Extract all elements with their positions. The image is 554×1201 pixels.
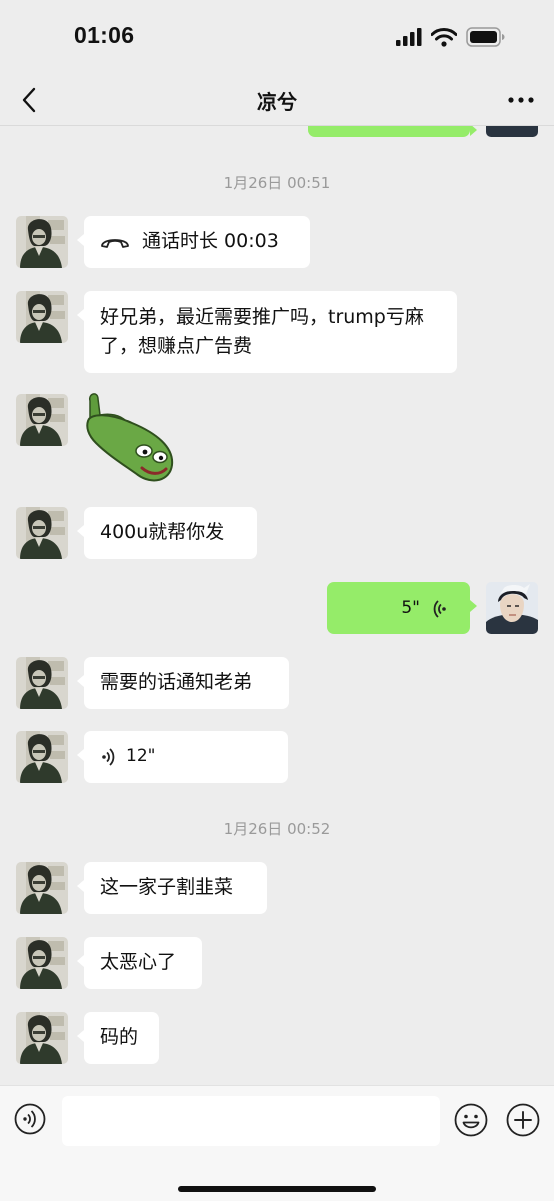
previous-message-bubble[interactable]: [308, 126, 477, 137]
phone-call-icon: [101, 238, 129, 248]
home-indicator: [178, 1186, 376, 1192]
voice-input-icon[interactable]: [14, 1103, 46, 1135]
chat-title: 凉兮: [257, 90, 297, 114]
message-bubble[interactable]: 太恶心了: [77, 937, 202, 989]
wifi-icon: [431, 27, 457, 47]
contact-avatar[interactable]: [16, 507, 68, 559]
contact-avatar[interactable]: [16, 216, 68, 268]
chat-message-list[interactable]: 1月26日 00:51 通话时长 00:03 好兄弟，最近需要推广吗，trump…: [0, 126, 554, 1084]
message-text: 好兄弟，最近需要推广吗，trump亏麻了，想赚点广告费: [100, 306, 424, 357]
message-bubble[interactable]: 码的: [77, 1012, 159, 1064]
message-timestamp: 1月26日 00:52: [223, 820, 331, 838]
voice-duration: 12": [126, 746, 156, 766]
status-icons: [396, 26, 506, 48]
contact-avatar[interactable]: [16, 937, 68, 989]
message-text: 码的: [100, 1026, 139, 1048]
chat-header: 凉兮: [0, 75, 554, 126]
status-time: 01:06: [74, 22, 135, 48]
contact-avatar[interactable]: [16, 291, 68, 343]
contact-avatar[interactable]: [16, 731, 68, 783]
input-bar: [0, 1085, 554, 1201]
call-duration-text: 通话时长 00:03: [142, 230, 279, 252]
voice-wave-icon: [433, 599, 446, 618]
message-input[interactable]: [62, 1096, 440, 1146]
message-bubble[interactable]: 400u就帮你发: [77, 507, 257, 559]
plus-icon[interactable]: [506, 1103, 540, 1137]
message-text: 需要的话通知老弟: [100, 671, 253, 693]
emoji-icon[interactable]: [454, 1103, 488, 1137]
message-bubble[interactable]: 好兄弟，最近需要推广吗，trump亏麻了，想赚点广告费: [77, 291, 457, 373]
more-button[interactable]: [504, 83, 538, 117]
status-bar: 01:06: [0, 0, 554, 75]
contact-avatar[interactable]: [16, 1012, 68, 1064]
voice-message-bubble[interactable]: 12": [77, 731, 288, 783]
my-avatar[interactable]: [486, 582, 538, 634]
message-text: 这一家子割韭菜: [100, 876, 234, 898]
contact-avatar[interactable]: [16, 862, 68, 914]
message-bubble[interactable]: 这一家子割韭菜: [77, 862, 267, 914]
message-text: 太恶心了: [100, 951, 177, 973]
contact-avatar[interactable]: [16, 657, 68, 709]
cellular-signal-icon: [396, 28, 422, 46]
voice-duration: 5": [401, 598, 420, 618]
message-text: 400u就帮你发: [100, 521, 225, 543]
message-bubble[interactable]: 需要的话通知老弟: [77, 657, 289, 709]
message-timestamp: 1月26日 00:51: [223, 174, 331, 192]
contact-avatar[interactable]: [16, 394, 68, 446]
call-record-bubble[interactable]: 通话时长 00:03: [77, 216, 310, 268]
voice-wave-icon: [102, 747, 115, 766]
more-icon: [508, 97, 534, 103]
battery-icon: [466, 27, 505, 47]
voice-message-bubble[interactable]: 5": [327, 582, 477, 634]
pepe-frog-sticker[interactable]: [80, 391, 180, 491]
my-avatar[interactable]: [486, 126, 538, 137]
